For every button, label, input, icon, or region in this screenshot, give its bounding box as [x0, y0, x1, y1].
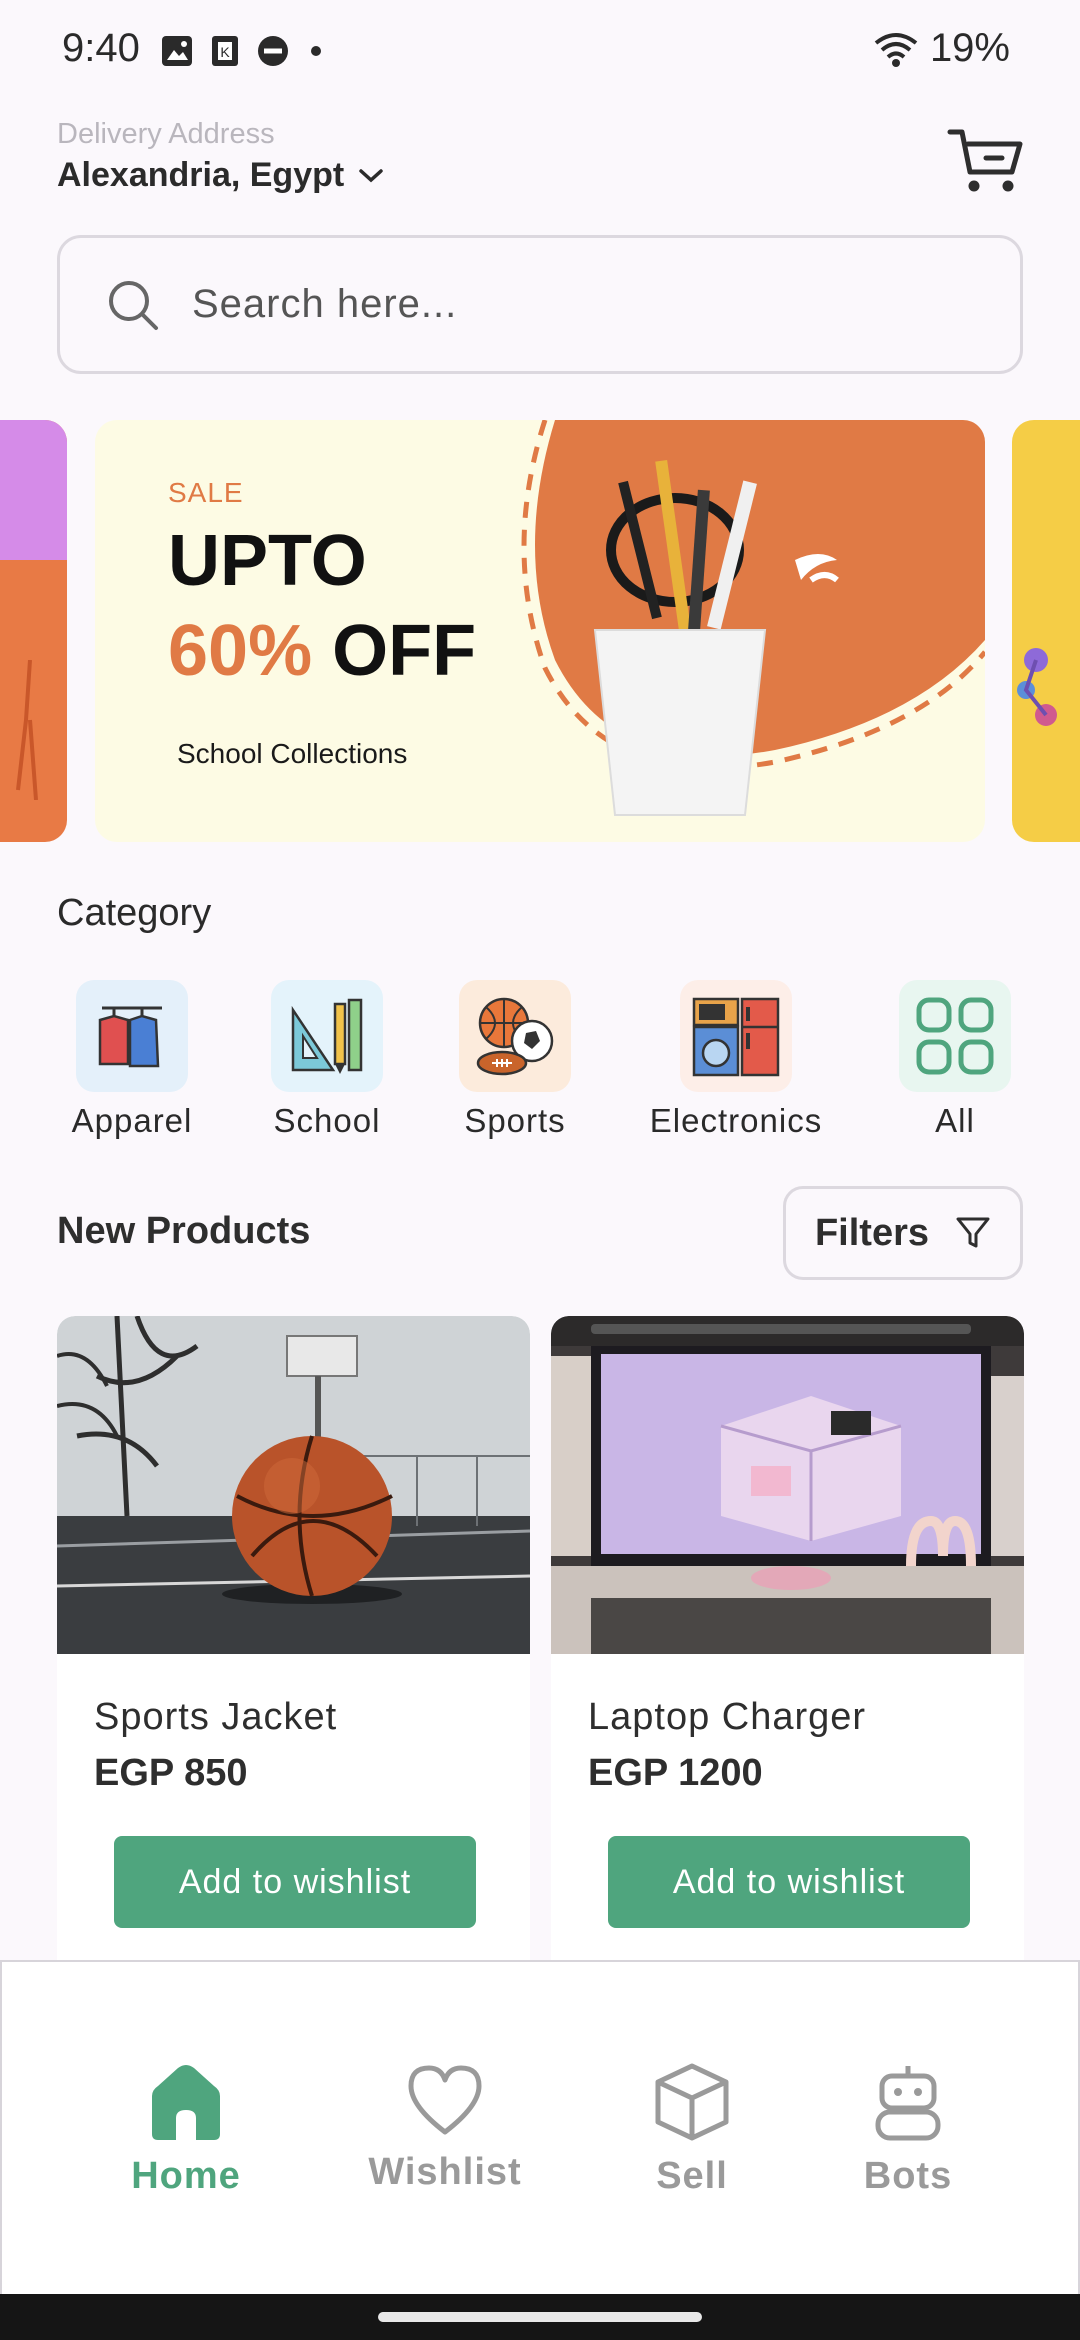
nav-label: Wishlist [368, 2151, 522, 2193]
home-gesture-handle[interactable] [378, 2312, 702, 2322]
promo-carousel[interactable]: SALE UPTO 60% OFF School Collections [0, 420, 1080, 842]
nav-wishlist[interactable]: Wishlist [345, 2062, 545, 2194]
category-title: Category [57, 892, 212, 934]
banner-headline-line1: UPTO [168, 521, 367, 601]
nav-label: Home [131, 2155, 241, 2197]
nav-bots[interactable]: Bots [808, 2062, 1008, 2198]
product-image-desk-monitor [551, 1316, 1024, 1654]
category-label: Electronics [649, 1102, 823, 1139]
cart-icon [947, 129, 1023, 192]
cart-button[interactable] [946, 122, 1026, 200]
category-apparel[interactable]: Apparel [37, 980, 227, 1140]
category-sports[interactable]: Sports [420, 980, 610, 1140]
svg-text:K: K [220, 44, 230, 60]
add-to-wishlist-button[interactable]: Add to wishlist [114, 1836, 476, 1928]
bottom-navigation: Home Wishlist Sell Bots [0, 1960, 1080, 2294]
status-bar: 9:40 K 19% [0, 0, 1080, 104]
category-school[interactable]: School [232, 980, 422, 1140]
add-to-wishlist-button[interactable]: Add to wishlist [608, 1836, 970, 1928]
chevron-down-icon [359, 168, 383, 182]
sale-banner[interactable]: SALE UPTO 60% OFF School Collections [95, 420, 985, 842]
notification-icons: K [160, 34, 326, 68]
banner-subtitle: School Collections [177, 738, 408, 769]
filters-button[interactable]: Filters [783, 1186, 1023, 1280]
appliances-icon [680, 980, 792, 1092]
category-label: Apparel [71, 1102, 193, 1139]
status-right: 19% [872, 26, 1010, 71]
robot-icon [875, 2066, 941, 2141]
product-card[interactable]: Sports Jacket EGP 850 Add to wishlist [57, 1316, 530, 1986]
battery-level: 19% [929, 26, 1010, 70]
do-not-disturb-icon [258, 36, 288, 66]
off-text: OFF [332, 611, 477, 691]
dot-icon [311, 46, 321, 56]
search-input[interactable] [192, 282, 952, 327]
app-notification-icon: K [212, 36, 238, 66]
delivery-city-text: Alexandria, Egypt [57, 156, 345, 194]
category-label: Sports [464, 1102, 566, 1139]
category-label: School [273, 1102, 381, 1139]
grid-icon [899, 980, 1011, 1092]
product-name: Laptop Charger [588, 1696, 867, 1738]
previous-banner[interactable] [0, 420, 67, 842]
nav-label: Sell [656, 2155, 728, 2197]
ruler-pencil-icon [271, 980, 383, 1092]
banner-illustration [521, 420, 985, 816]
category-label: All [935, 1102, 975, 1139]
home-icon [152, 2065, 220, 2140]
nav-home[interactable]: Home [86, 2062, 286, 2198]
next-banner[interactable] [1012, 420, 1080, 842]
search-bar[interactable] [57, 235, 1023, 374]
new-products-title: New Products [57, 1210, 311, 1252]
category-all[interactable]: All [860, 980, 1050, 1140]
product-price: EGP 850 [94, 1752, 248, 1794]
system-gesture-bar [0, 2294, 1080, 2340]
nav-sell[interactable]: Sell [592, 2062, 792, 2198]
wifi-icon [874, 32, 918, 67]
heart-icon [408, 2065, 482, 2135]
hanging-clothes-icon [76, 980, 188, 1092]
nav-label: Bots [863, 2155, 953, 2197]
product-image-basketball [57, 1316, 530, 1654]
sale-label: SALE [168, 477, 244, 508]
delivery-address-label: Delivery Address [57, 118, 275, 150]
filter-icon [956, 1217, 990, 1248]
banner-headline-line2: 60% OFF [168, 610, 476, 692]
filters-label: Filters [814, 1211, 930, 1254]
delivery-address-selector[interactable]: Alexandria, Egypt [57, 156, 384, 195]
box-icon [655, 2063, 729, 2141]
sports-balls-icon [459, 980, 571, 1092]
status-time: 9:40 [62, 26, 140, 70]
search-icon [109, 280, 158, 330]
category-electronics[interactable]: Electronics [641, 980, 831, 1140]
product-card[interactable]: Laptop Charger EGP 1200 Add to wishlist [551, 1316, 1024, 1986]
product-price: EGP 1200 [588, 1752, 763, 1794]
discount-percent: 60% [168, 611, 313, 691]
product-name: Sports Jacket [94, 1696, 338, 1738]
image-notification-icon [162, 36, 192, 66]
